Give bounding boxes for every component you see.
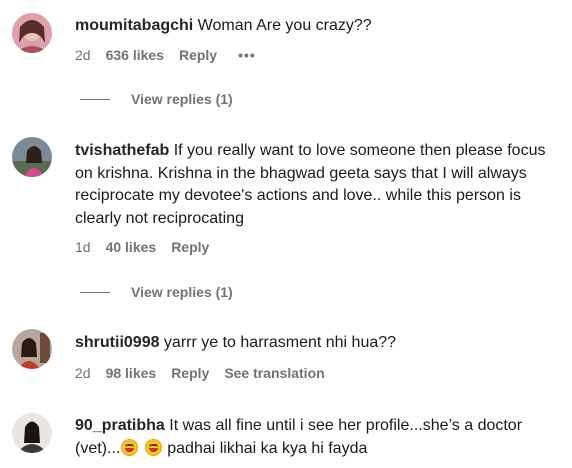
view-replies-button[interactable]: View replies (1) — [80, 284, 233, 300]
comment-time: 2d — [75, 47, 91, 63]
comment-meta: 2d 636 likes Reply ••• — [75, 47, 271, 63]
avatar[interactable] — [12, 13, 52, 53]
likes-count[interactable]: 98 likes — [106, 365, 157, 381]
comment-text: tvishathefab If you really want to love … — [75, 140, 565, 230]
comment-username[interactable]: tvishathefab — [75, 142, 169, 159]
comment-text: 90_pratibha It was all fine until i see … — [75, 415, 565, 460]
view-replies-label: View replies (1) — [131, 284, 233, 300]
avatar[interactable] — [12, 329, 52, 369]
comment-username[interactable]: moumitabagchi — [75, 17, 193, 34]
comment-body: yarrr ye to harrasment nhi hua?? — [159, 334, 397, 351]
comment-text: shrutii0998 yarrr ye to harrasment nhi h… — [75, 332, 565, 355]
avatar[interactable] — [12, 137, 52, 177]
comment-body-continued: padhai likhai ka kya hi fayda — [162, 439, 368, 457]
reply-button[interactable]: Reply — [171, 239, 209, 255]
likes-count[interactable]: 40 likes — [106, 239, 157, 255]
reply-button[interactable]: Reply — [179, 47, 217, 63]
laughing-emoji-icon — [121, 438, 139, 456]
comment-username[interactable]: 90_pratibha — [75, 417, 165, 434]
avatar[interactable] — [12, 413, 52, 453]
likes-count[interactable]: 636 likes — [106, 47, 164, 63]
divider-line — [80, 98, 110, 100]
reply-button[interactable]: Reply — [171, 365, 209, 381]
comment-meta: 1d 40 likes Reply — [75, 239, 224, 255]
comment-username[interactable]: shrutii0998 — [75, 334, 159, 351]
comment-meta: 2d 98 likes Reply See translation — [75, 365, 340, 381]
view-replies-button[interactable]: View replies (1) — [80, 91, 233, 107]
divider-line — [80, 291, 110, 293]
comment-text: moumitabagchi Woman Are you crazy?? — [75, 15, 565, 38]
more-options-icon[interactable]: ••• — [238, 47, 256, 63]
comment-time: 1d — [75, 239, 91, 255]
see-translation-button[interactable]: See translation — [224, 365, 324, 381]
comment-time: 2d — [75, 365, 91, 381]
comment-body: Woman Are you crazy?? — [193, 17, 372, 34]
view-replies-label: View replies (1) — [131, 91, 233, 107]
laughing-emoji-icon — [144, 438, 162, 456]
